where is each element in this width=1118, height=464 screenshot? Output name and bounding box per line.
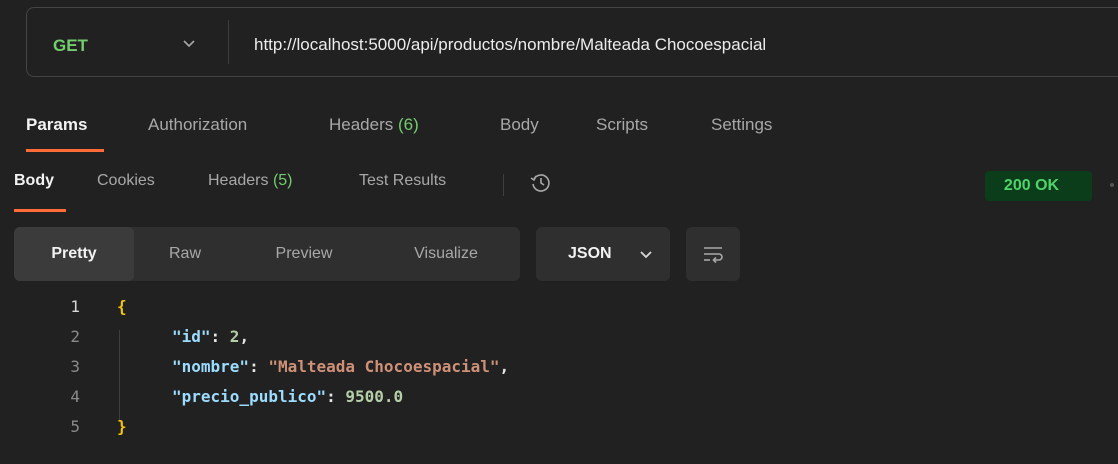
response-headers-count: (5)	[272, 172, 293, 189]
json-key: "nombre"	[172, 357, 250, 376]
json-suffix: ,	[239, 327, 250, 346]
more-icon[interactable]	[1110, 183, 1114, 187]
url-input[interactable]: http://localhost:5000/api/productos/nomb…	[254, 35, 766, 55]
json-value: "Malteada Chocoespacial"	[268, 357, 500, 376]
line-number: 3	[70, 357, 80, 376]
format-select-label: JSON	[568, 245, 612, 262]
divider	[503, 174, 504, 196]
view-mode-group: Pretty Raw Preview Visualize	[14, 227, 520, 281]
visualize-button[interactable]: Visualize	[388, 227, 504, 281]
request-bar: GET http://localhost:5000/api/productos/…	[26, 7, 1118, 77]
chevron-down-icon[interactable]	[179, 30, 199, 58]
code-text: }	[117, 417, 127, 436]
line-number: 2	[70, 327, 80, 346]
code-line: 3 "nombre": "Malteada Chocoespacial",	[0, 352, 1118, 382]
tab-test-results[interactable]: Test Results	[359, 172, 446, 190]
history-icon[interactable]	[528, 170, 554, 196]
code-line: 1 {	[0, 292, 1118, 322]
headers-count: (6)	[398, 115, 419, 134]
preview-button[interactable]: Preview	[254, 227, 354, 281]
tab-response-body[interactable]: Body	[14, 172, 54, 190]
chevron-down-icon	[636, 244, 656, 264]
pretty-button[interactable]: Pretty	[14, 227, 134, 281]
code-text: "id": 2,	[172, 327, 250, 346]
tab-authorization[interactable]: Authorization	[148, 115, 247, 135]
code-line: 2 "id": 2,	[0, 322, 1118, 352]
code-line: 4 "precio_publico": 9500.0	[0, 382, 1118, 412]
code-text: "nombre": "Malteada Chocoespacial",	[172, 357, 510, 376]
line-number: 5	[70, 417, 80, 436]
divider	[228, 20, 229, 64]
json-key: "precio_publico"	[172, 387, 327, 406]
code-text: "precio_publico": 9500.0	[172, 387, 404, 406]
method-select[interactable]: GET	[53, 36, 88, 56]
json-value: 2	[229, 327, 240, 346]
json-key: "id"	[172, 327, 211, 346]
tab-scripts[interactable]: Scripts	[596, 115, 648, 135]
tab-params[interactable]: Params	[26, 115, 87, 135]
tab-cookies[interactable]: Cookies	[97, 172, 155, 190]
raw-button[interactable]: Raw	[152, 227, 218, 281]
code-line: 5 }	[0, 412, 1118, 442]
response-body-code: 1 { 2 "id": 2, 3 "nombre": "Malteada Cho…	[0, 292, 1118, 464]
tab-response-headers-label: Headers	[208, 172, 269, 189]
json-value: 9500.0	[345, 387, 404, 406]
line-number: 1	[70, 297, 80, 316]
wrap-lines-icon	[704, 247, 723, 264]
tab-response-headers[interactable]: Headers (5)	[208, 172, 293, 190]
json-suffix: ,	[499, 357, 510, 376]
request-tabs: Params Authorization Headers (6) Body Sc…	[0, 107, 1118, 155]
wrap-lines-button[interactable]	[686, 227, 740, 281]
status-badge: 200 OK	[985, 171, 1092, 201]
tab-settings[interactable]: Settings	[711, 115, 772, 135]
tab-body[interactable]: Body	[500, 115, 539, 135]
tab-headers[interactable]: Headers (6)	[329, 115, 419, 135]
line-number: 4	[70, 387, 80, 406]
response-tabs: Body Cookies Headers (5) Test Results 20…	[0, 160, 1118, 214]
active-tab-indicator	[26, 149, 104, 152]
format-select[interactable]: JSON	[536, 227, 670, 281]
tab-headers-label: Headers	[329, 115, 394, 134]
code-text: {	[117, 297, 127, 316]
active-response-tab-indicator	[14, 209, 66, 212]
